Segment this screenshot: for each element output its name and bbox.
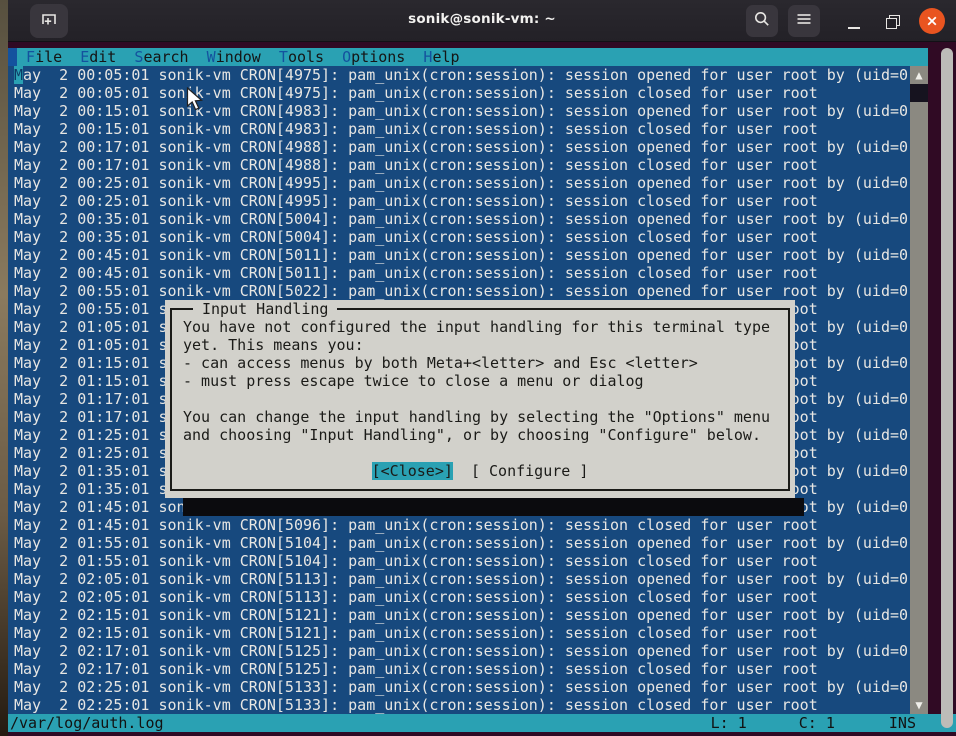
minimize-button[interactable] [838,5,870,37]
hamburger-menu-button[interactable] [788,5,820,37]
new-tab-button[interactable] [30,4,68,38]
restore-icon [886,15,899,28]
close-dialog-button[interactable]: [<Close>] [372,462,453,480]
desktop: { "colors": { "accent_cyan": "#2AA1B3", … [0,0,956,736]
close-button[interactable] [919,8,945,34]
desktop-background-strip [0,0,8,736]
status-insert-mode: INS [889,714,916,732]
log-line[interactable]: May 2 02:17:01 sonik-vm CRON[5125]: pam_… [14,660,917,678]
editor-scrollbar-thumb[interactable] [910,84,928,102]
dialog-shadow [183,498,804,516]
window-header-bar: sonik@sonik-vm: ~ [8,0,956,42]
log-line[interactable]: May 2 00:45:01 sonik-vm CRON[5011]: pam_… [14,264,917,282]
status-column-indicator: C: 1 [799,714,835,732]
log-line[interactable]: May 2 00:25:01 sonik-vm CRON[4995]: pam_… [14,174,917,192]
dialog-text-line [183,390,770,408]
log-line[interactable]: May 2 00:15:01 sonik-vm CRON[4983]: pam_… [14,120,917,138]
menu-item-window[interactable]: Window [207,48,261,66]
mouse-cursor-icon [186,87,204,116]
log-line[interactable]: May 2 02:17:01 sonik-vm CRON[5125]: pam_… [14,642,917,660]
configure-button[interactable]: [ Configure ] [471,462,588,480]
dialog-title: Input Handling [193,300,337,318]
dialog-text-line: and choosing "Input Handling", or by cho… [183,426,770,444]
terminal-window: sonik@sonik-vm: ~ [8,0,956,736]
log-line[interactable]: May 2 00:45:01 sonik-vm CRON[5011]: pam_… [14,246,917,264]
scroll-down-arrow-icon[interactable]: ▼ [910,696,928,714]
hamburger-icon [794,9,814,33]
menu-item-help[interactable]: Help [423,48,459,66]
menu-item-tools[interactable]: Tools [279,48,324,66]
menu-item-edit[interactable]: Edit [80,48,116,66]
input-handling-dialog: Input Handling You have not configured t… [165,300,795,498]
log-line[interactable]: May 2 00:35:01 sonik-vm CRON[5004]: pam_… [14,228,917,246]
menubar-cursor-cell [8,48,17,66]
dialog-text-line: You can change the input handling by sel… [183,408,770,426]
log-line[interactable]: May 2 00:05:01 sonik-vm CRON[4975]: pam_… [14,66,917,84]
log-line[interactable]: May 2 00:17:01 sonik-vm CRON[4988]: pam_… [14,138,917,156]
menu-bar: File Edit Search Window Tools Options He… [8,48,928,66]
minimize-icon [848,27,860,29]
text-cursor: M [14,66,23,84]
editor-scrollbar[interactable]: ▲ ▼ [910,66,928,714]
search-button[interactable] [746,5,778,37]
dialog-button-row: [<Close>] [ Configure ] [165,462,795,480]
log-line[interactable]: May 2 02:25:01 sonik-vm CRON[5133]: pam_… [14,678,917,696]
menu-item-options[interactable]: Options [342,48,405,66]
log-line[interactable]: May 2 01:55:01 sonik-vm CRON[5104]: pam_… [14,552,917,570]
log-line[interactable]: May 2 00:05:01 sonik-vm CRON[4975]: pam_… [14,84,917,102]
terminal-scrollbar[interactable] [941,48,953,728]
scroll-up-arrow-icon[interactable]: ▲ [910,66,928,84]
log-line[interactable]: May 2 00:15:01 sonik-vm CRON[4983]: pam_… [14,102,917,120]
status-line-indicator: L: 1 [711,714,747,732]
dialog-text-line: yet. This means you: [183,336,770,354]
log-line[interactable]: May 2 00:25:01 sonik-vm CRON[4995]: pam_… [14,192,917,210]
search-icon [752,9,772,33]
close-icon [926,12,938,31]
log-line[interactable]: May 2 02:15:01 sonik-vm CRON[5121]: pam_… [14,624,917,642]
log-line[interactable]: May 2 02:25:01 sonik-vm CRON[5133]: pam_… [14,696,917,714]
new-tab-icon [39,9,59,33]
status-file-path: /var/log/auth.log [10,714,164,732]
log-line[interactable]: May 2 01:45:01 sonik-vm CRON[5096]: pam_… [14,516,917,534]
log-line[interactable]: May 2 02:05:01 sonik-vm CRON[5113]: pam_… [14,570,917,588]
log-line[interactable]: May 2 00:35:01 sonik-vm CRON[5004]: pam_… [14,210,917,228]
dialog-body: You have not configured the input handli… [183,318,770,444]
menu-item-search[interactable]: Search [134,48,188,66]
log-line[interactable]: May 2 02:05:01 sonik-vm CRON[5113]: pam_… [14,588,917,606]
menu-item-file[interactable]: File [26,48,62,66]
log-line[interactable]: May 2 00:17:01 sonik-vm CRON[4988]: pam_… [14,156,917,174]
log-line[interactable]: May 2 00:55:01 sonik-vm CRON[5022]: pam_… [14,282,917,300]
log-line[interactable]: May 2 02:15:01 sonik-vm CRON[5121]: pam_… [14,606,917,624]
dialog-text-line: - must press escape twice to close a men… [183,372,770,390]
status-bar: /var/log/auth.log L: 1 C: 1 INS [8,714,956,732]
dialog-text-line: You have not configured the input handli… [183,318,770,336]
log-line[interactable]: May 2 01:55:01 sonik-vm CRON[5104]: pam_… [14,534,917,552]
restore-button[interactable] [876,5,908,37]
dialog-text-line: - can access menus by both Meta+<letter>… [183,354,770,372]
